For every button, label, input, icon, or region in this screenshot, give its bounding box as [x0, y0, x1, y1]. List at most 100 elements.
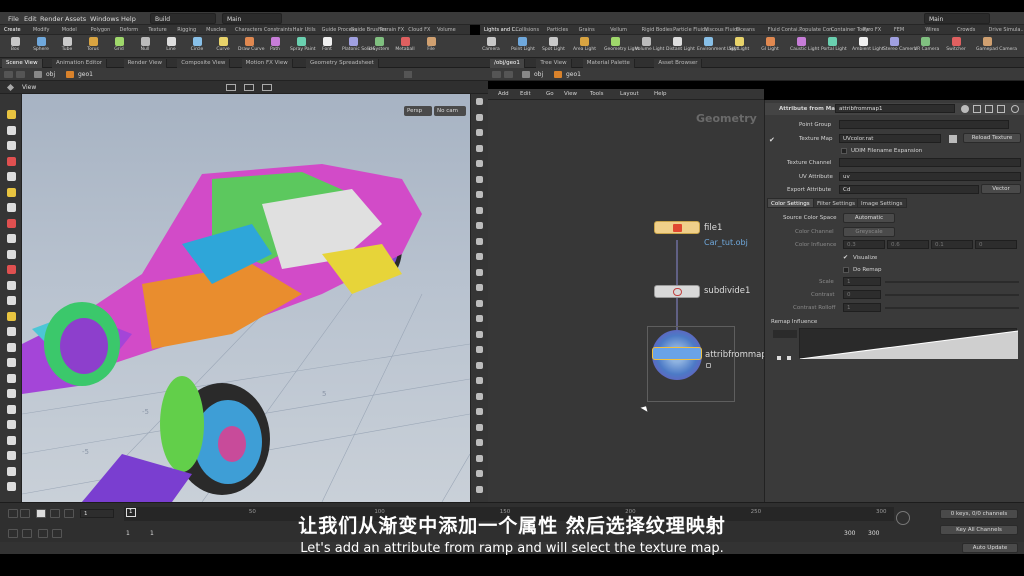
shelf-tab-right-3[interactable]: Grains [579, 27, 595, 33]
left-tool-12-icon[interactable] [7, 296, 16, 305]
pane-tab-composite-view[interactable]: Composite View [177, 59, 231, 68]
shelf-tool-sphere[interactable]: Sphere [30, 36, 52, 56]
left-tool-20-icon[interactable] [7, 420, 16, 429]
view-chevron-icon[interactable] [6, 83, 15, 92]
shelf-tool-distant-light[interactable]: Distant Light [666, 36, 695, 56]
persp-button[interactable]: Persp [404, 106, 432, 116]
shelf-tool-line[interactable]: Line [160, 36, 182, 56]
point-group-field[interactable] [839, 120, 1009, 129]
shelf-tab-right-2[interactable]: Particles [547, 27, 568, 33]
forward-icon[interactable] [16, 71, 25, 78]
shelf-tool-metaball[interactable]: Metaball [394, 36, 416, 56]
net-menu-view[interactable]: View [564, 91, 577, 97]
net-path-geo1[interactable]: geo1 [566, 71, 581, 78]
menu-file[interactable]: File [8, 15, 19, 23]
contrast-field[interactable]: 0 [843, 290, 881, 299]
net-menu-layout[interactable]: Layout [620, 91, 639, 97]
shelf-tab-right-7[interactable]: Viscous Fluids [705, 27, 740, 33]
path-obj[interactable]: obj [46, 71, 55, 78]
params-help-icon[interactable] [1011, 105, 1019, 113]
menu-edit[interactable]: Edit [24, 15, 37, 23]
shelf-tool-caustic-light[interactable]: Caustic Light [790, 36, 819, 56]
viewport-tool-11-icon[interactable] [476, 268, 483, 276]
shelf-tab-left-1[interactable]: Modify [33, 27, 50, 33]
shelf-tool-spray-paint[interactable]: Spray Paint [290, 36, 316, 56]
shelf-tool-path[interactable]: Path [264, 36, 286, 56]
pane-tab-scene-view[interactable]: Scene View [2, 59, 43, 68]
help-icon[interactable] [973, 105, 981, 113]
shelf-tab-right-8[interactable]: Oceans [736, 27, 755, 33]
reload-texture-button[interactable]: Reload Texture [963, 133, 1021, 143]
shelf-tool-grid[interactable]: Grid [108, 36, 130, 56]
shelf-tab-left-5[interactable]: Texture [148, 27, 166, 33]
ramp-key2-icon[interactable] [787, 356, 791, 360]
ramp-key-icon[interactable] [777, 356, 781, 360]
left-tool-1-icon[interactable] [7, 125, 16, 135]
shelf-tool-area-light[interactable]: Area Light [573, 36, 596, 56]
tab-image-settings[interactable]: Image Settings [857, 198, 907, 208]
color-influence-b[interactable]: 0.1 [931, 240, 973, 249]
info-icon[interactable] [985, 105, 993, 113]
frame-icon[interactable] [262, 84, 272, 91]
settings-icon[interactable] [997, 105, 1005, 113]
gear-icon[interactable] [961, 105, 969, 113]
tab-filter-settings[interactable]: Filter Settings [813, 198, 859, 208]
viewport-tool-3-icon[interactable] [476, 144, 483, 152]
left-tool-14-icon[interactable] [7, 327, 16, 336]
left-tool-22-icon[interactable] [7, 451, 16, 460]
shelf-tool-geometry-light[interactable]: Geometry Light [604, 36, 639, 56]
contrast-slider[interactable] [885, 294, 1019, 296]
net-path-obj[interactable]: obj [534, 71, 543, 78]
shelf-tab-right-4[interactable]: Vellum [610, 27, 627, 33]
shelf-tool-file[interactable]: File [420, 36, 442, 56]
shelf-tool-camera[interactable]: Camera [480, 36, 502, 56]
source-color-space-select[interactable]: Automatic [843, 213, 895, 223]
texture-map-field[interactable]: UVcolor.rat [839, 134, 941, 143]
left-tool-5-icon[interactable] [7, 187, 16, 197]
shelf-tab-right-12[interactable]: Pyro FX [862, 27, 881, 33]
shelf-tab-left-3[interactable]: Polygon [91, 27, 111, 33]
shelf-tool-null[interactable]: Null [134, 36, 156, 56]
shelf-tab-right-5[interactable]: Rigid Bodies [642, 27, 673, 33]
color-channel-select[interactable]: Greyscale [843, 227, 895, 237]
menu-assets[interactable]: Assets [65, 15, 86, 23]
left-tool-2-icon[interactable] [7, 141, 16, 150]
shelf-tool-volume-light[interactable]: Volume Light [635, 36, 664, 56]
network-editor[interactable]: Geometry file1 Car_tut.obj subdivide1 at… [488, 100, 772, 502]
export-type-select[interactable]: Vector [981, 184, 1021, 194]
viewport-tool-14-icon[interactable] [476, 315, 483, 322]
left-tool-19-icon[interactable] [7, 404, 16, 414]
shelf-tool-font[interactable]: Font [316, 36, 338, 56]
shelf-tool-gamepad-camera[interactable]: Gamepad Camera [976, 36, 1017, 56]
viewport-tool-5-icon[interactable] [476, 175, 483, 183]
color-influence-g[interactable]: 0.6 [887, 240, 929, 249]
uv-attribute-field[interactable]: uv [839, 172, 1021, 181]
view-label[interactable]: View [22, 84, 36, 91]
pane-tab-material-palette[interactable]: Material Palette [582, 59, 635, 68]
left-tool-8-icon[interactable] [7, 234, 16, 243]
shelf-tab-right-1[interactable]: Collisions [516, 27, 540, 33]
shelf-tab-left-2[interactable]: Model [62, 27, 77, 33]
node-file1[interactable] [654, 221, 700, 234]
menu-render[interactable]: Render [40, 15, 63, 23]
pane-tab-render-view[interactable]: Render View [123, 59, 167, 68]
net-back-icon[interactable] [492, 71, 501, 78]
viewport-tool-0-icon[interactable] [476, 98, 483, 105]
param-node-name[interactable]: attribfrommap1 [835, 104, 955, 113]
scale-field[interactable]: 1 [843, 277, 881, 286]
viewport-tool-8-icon[interactable] [476, 222, 483, 229]
viewport-tool-22-icon[interactable] [476, 439, 483, 446]
left-tool-23-icon[interactable] [7, 466, 16, 476]
left-tool-11-icon[interactable] [7, 280, 16, 290]
export-attribute-field[interactable]: Cd [839, 185, 979, 194]
shelf-tool-circle[interactable]: Circle [186, 36, 208, 56]
net-menu-tools[interactable]: Tools [590, 91, 604, 97]
viewport-3d[interactable]: -5 5 -5 Persp No cam [22, 94, 470, 502]
shelf-tool-stereo-camera[interactable]: Stereo Camera [883, 36, 917, 56]
left-tool-9-icon[interactable] [7, 249, 16, 259]
viewport-tool-9-icon[interactable] [476, 237, 483, 245]
contrast-rolloff-slider[interactable] [885, 307, 1019, 309]
shelf-tab-left-0[interactable]: Create [4, 27, 21, 33]
viewport-tool-10-icon[interactable] [476, 253, 483, 260]
viewport-tool-13-icon[interactable] [476, 299, 483, 307]
